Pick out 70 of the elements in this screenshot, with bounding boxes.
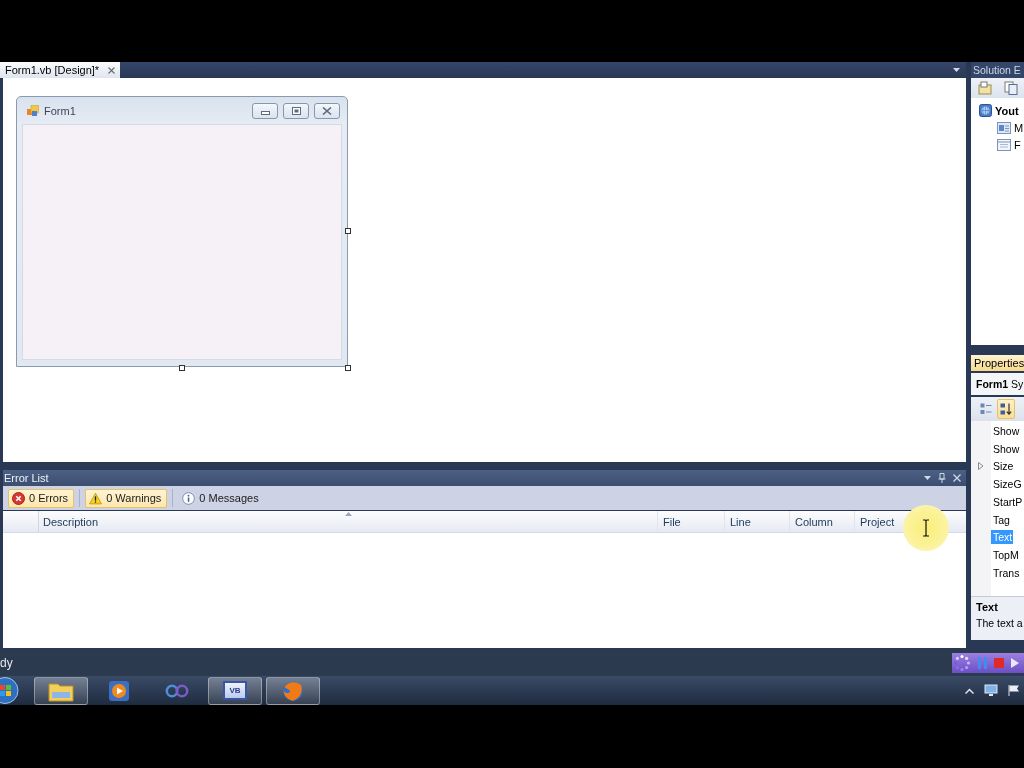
- minimize-icon: [260, 110, 270, 115]
- list-icon: [980, 403, 992, 415]
- expand-arrow-icon[interactable]: [977, 462, 985, 471]
- taskbar-button[interactable]: [266, 676, 320, 705]
- column-header[interactable]: Line: [725, 511, 790, 532]
- description-text: The text a: [976, 617, 1024, 629]
- property-name[interactable]: Tag: [991, 512, 1011, 527]
- filter-button[interactable]: 0 Warnings: [85, 488, 168, 508]
- play-icon[interactable]: [1011, 658, 1019, 668]
- column-header[interactable]: Project: [855, 511, 966, 532]
- property-name[interactable]: Trans: [991, 565, 1021, 580]
- minimize-button[interactable]: [252, 102, 278, 119]
- vb-logo: VB: [223, 681, 247, 700]
- tree-item[interactable]: Yout: [971, 102, 1024, 119]
- panel-title: Error List: [4, 472, 49, 484]
- maximize-button[interactable]: [283, 102, 309, 119]
- resize-handle[interactable]: [179, 365, 185, 371]
- form-window[interactable]: Form1: [16, 96, 348, 367]
- taskbar-button[interactable]: [34, 676, 88, 705]
- play-icon: [108, 679, 130, 702]
- close-icon: [322, 106, 332, 115]
- dropdown-arrow-icon[interactable]: [924, 476, 931, 480]
- document-tab[interactable]: Form1.vb [Design]*: [0, 62, 121, 78]
- description-title: Text: [976, 601, 999, 613]
- status-text: dy: [0, 656, 13, 670]
- rings-icon: [164, 683, 190, 698]
- document-icon: [997, 121, 1011, 134]
- text-cursor-icon: [922, 519, 930, 537]
- property-name[interactable]: Show: [991, 423, 1021, 438]
- resize-handle[interactable]: [345, 228, 351, 234]
- panel-title: Solution E: [973, 64, 1021, 76]
- sort-icon: [1000, 403, 1012, 415]
- object-selector[interactable]: Form1 Sy: [971, 373, 1024, 395]
- documents-icon[interactable]: [1004, 81, 1018, 95]
- info-icon: [182, 491, 196, 505]
- clipboard-icon[interactable]: [978, 81, 992, 95]
- window-icon: [997, 138, 1011, 151]
- close-icon[interactable]: [108, 66, 116, 74]
- property-name[interactable]: Show: [991, 441, 1021, 456]
- resize-handle[interactable]: [345, 365, 351, 371]
- column-header[interactable]: Description: [39, 511, 658, 532]
- maximize-icon: [291, 106, 301, 115]
- property-name[interactable]: TopM: [991, 548, 1020, 563]
- dropdown-arrow-icon[interactable]: [953, 68, 960, 72]
- start-button[interactable]: [0, 676, 20, 705]
- pin-icon[interactable]: [938, 473, 946, 483]
- filter-button[interactable]: 0 Messages: [178, 488, 265, 508]
- taskbar-button[interactable]: VB: [208, 676, 262, 705]
- monitor-icon[interactable]: [984, 684, 998, 697]
- property-name[interactable]: SizeG: [991, 477, 1023, 492]
- spinner-icon: [953, 654, 971, 672]
- sort-arrow-icon: [345, 512, 352, 516]
- form-title: Form1: [44, 104, 76, 117]
- flag-icon[interactable]: [1008, 684, 1020, 697]
- globe-icon: [979, 104, 992, 117]
- fox-globe-icon: [282, 679, 304, 702]
- tree-item[interactable]: M: [971, 119, 1024, 136]
- error-icon: [12, 491, 25, 505]
- panel-title: Properties: [974, 357, 1024, 369]
- column-header[interactable]: File: [658, 511, 725, 532]
- alphabetical-button[interactable]: [997, 399, 1015, 419]
- squares-icon: [27, 104, 39, 117]
- property-name[interactable]: StartP: [991, 494, 1024, 509]
- close-button[interactable]: [314, 102, 340, 119]
- warning-icon: [89, 491, 103, 505]
- column-header[interactable]: Column: [790, 511, 855, 532]
- chevron-up-icon[interactable]: [965, 687, 974, 694]
- tree-item[interactable]: F: [971, 136, 1024, 153]
- property-name[interactable]: Size: [991, 459, 1015, 474]
- filter-button[interactable]: 0 Errors: [8, 488, 75, 508]
